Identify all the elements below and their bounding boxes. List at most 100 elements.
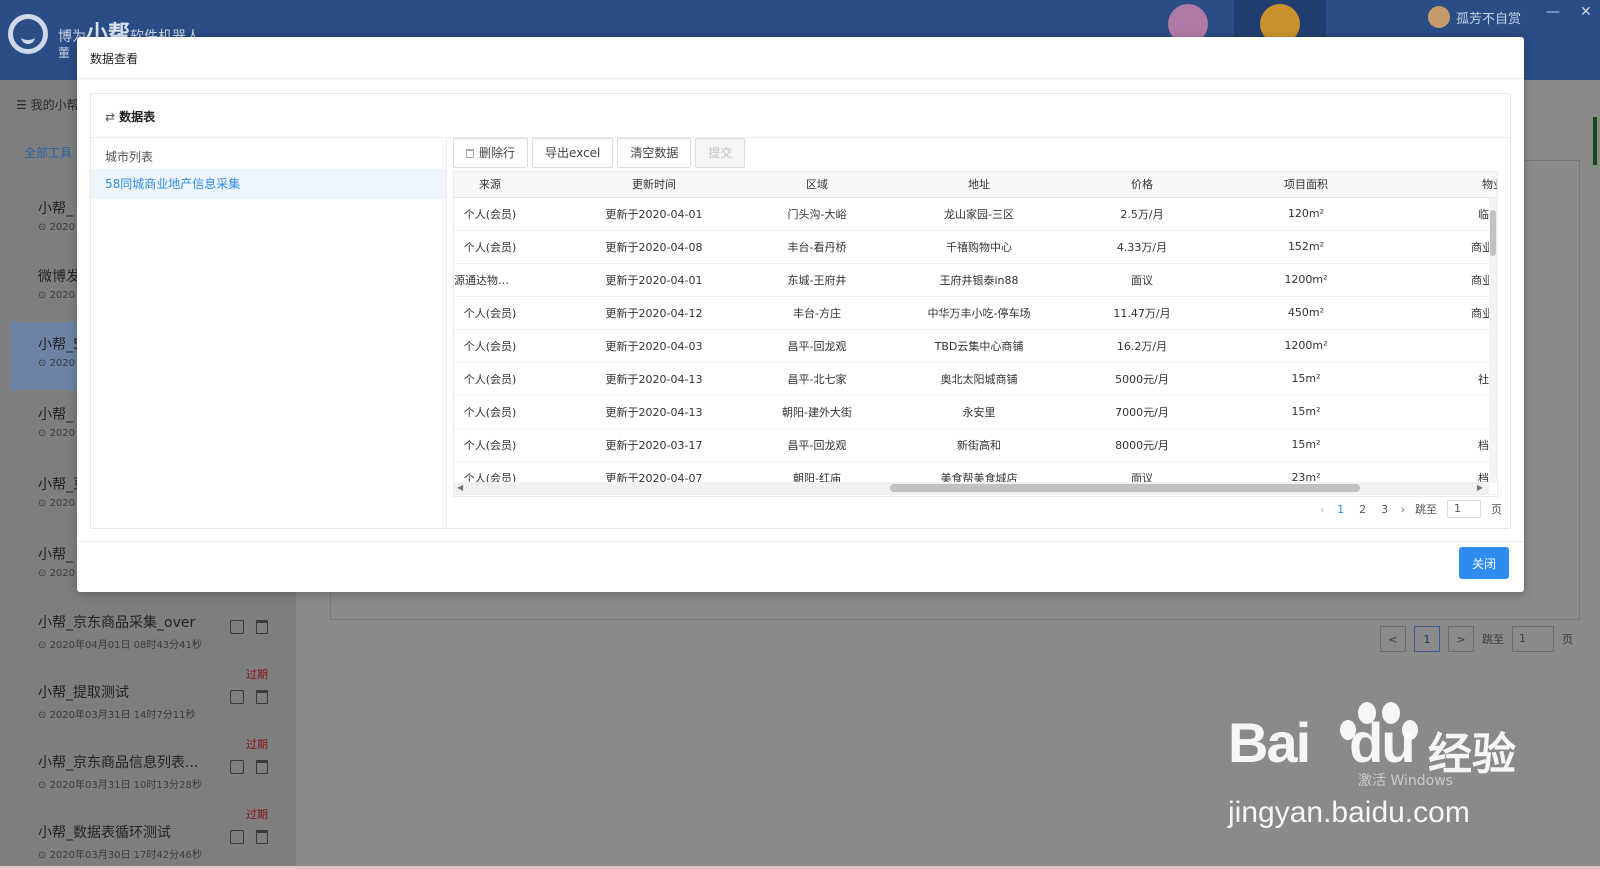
edit-icon[interactable] [230, 620, 244, 634]
item-time: ⊙ 2020 [38, 568, 76, 579]
edit-icon[interactable] [230, 690, 244, 704]
minimize-button[interactable]: — [1546, 4, 1560, 20]
trash-icon[interactable] [256, 830, 268, 844]
column-header[interactable]: 区域 [782, 172, 852, 198]
city-list-header: 城市列表 [105, 150, 154, 164]
item-time: ⊙ 2020 [38, 222, 76, 233]
table-row[interactable]: 源通达物业管理有限...更新于2020-04-01东城-王府井王府井银泰in88… [454, 263, 1497, 297]
item-time: ⊙ 2020年03月31日 10时13分28秒 [38, 780, 202, 791]
data-view-dialog: 数据查看 ⇄ 数据表 城市列表 58同城商业地产信息采集 删除行 导出excel… [77, 37, 1524, 592]
trash-icon[interactable] [256, 760, 268, 774]
column-header[interactable]: 物业类型 [1434, 172, 1497, 198]
table-cell: 龙山家园-三区 [852, 197, 1106, 231]
table-cell: 丰台-方庄 [782, 296, 852, 330]
table-cell: 千禧购物中心 [852, 230, 1106, 264]
table-cell: 门头沟-大峪 [782, 197, 852, 231]
column-header[interactable]: 价格 [1106, 172, 1178, 198]
table-cell: 更新于2020-04-03 [526, 329, 782, 363]
sidebar-item[interactable]: 小帮_京东商品采集_over ⊙ 2020年04月01日 08时43分41秒 [10, 604, 280, 666]
table-cell: 更新于2020-04-01 [526, 263, 782, 297]
table-row[interactable]: 个人(会员) 更新于2020-04-13 朝阳-建外大街 永安里 7000元/月 15m²… [454, 395, 1497, 429]
table-cell: 更新于2020-04-13 [526, 395, 782, 429]
scroll-thumb[interactable] [1490, 210, 1496, 256]
table-cell: 152m² [1178, 230, 1434, 264]
sidebar-tab-all-tools[interactable]: 全部工具 [24, 144, 72, 161]
table-horizontal-scrollbar[interactable]: ◀ ▶ [453, 482, 1489, 494]
table-cell: 个人(会员) [454, 329, 526, 363]
table-row[interactable]: 个人(会员) 更新于2020-04-13 昌平-北七家 奥北太阳城商铺 5000元/月 1… [454, 362, 1497, 396]
table-row[interactable]: 个人(会员) 更新于2020-04-03 昌平-回龙观 TBD云集中心商铺 16.2万/… [454, 329, 1497, 363]
table-cell: 丰台-看丹桥 [782, 230, 852, 264]
table-cell: 更新于2020-04-13 [526, 362, 782, 396]
column-header[interactable]: 更新时间 [526, 172, 782, 198]
sidebar-item[interactable]: 过期 小帮_京东商品信息列表... ⊙ 2020年03月31日 10时13分28… [10, 738, 280, 806]
page-button[interactable]: 2 [1357, 503, 1369, 516]
sidebar-item[interactable]: 过期 小帮_数据表循环测试 ⊙ 2020年03月30日 17时42分46秒 [10, 808, 280, 869]
switch-icon: ⇄ [105, 109, 116, 124]
scroll-thumb[interactable] [890, 484, 1360, 492]
divider [77, 78, 1524, 79]
window-close-button[interactable]: ✕ [1580, 4, 1592, 20]
table-row[interactable]: 个人(会员) 更新于2020-04-01 门头沟-大峪 龙山家园-三区 2.5万/月 12… [454, 197, 1497, 231]
jump-input[interactable]: 1 [1512, 626, 1554, 652]
trash-icon[interactable] [256, 620, 268, 634]
column-header[interactable]: 项目面积 [1178, 172, 1434, 198]
table-row[interactable]: 个人(会员) 更新于2020-04-08 丰台-看丹桥 千禧购物中心 4.33万/月 15… [454, 230, 1497, 264]
table-cell: 更新于2020-04-01 [526, 197, 782, 231]
city-list-item-selected[interactable]: 58同城商业地产信息采集 [91, 169, 446, 199]
expired-badge: 过期 [246, 738, 268, 751]
user-name: 孤芳不自赏 [1456, 11, 1522, 27]
data-table-viewport: 来源 更新时间 区域 地址 价格 项目面积 物业类型 个人(会员)更新于2020… [453, 171, 1498, 497]
next-page-button[interactable]: › [1401, 503, 1405, 516]
jump-input[interactable]: 1 [1447, 500, 1481, 518]
table-cell: 更新于2020-04-08 [526, 230, 782, 264]
column-header[interactable]: 来源 [454, 172, 526, 198]
edit-icon[interactable] [230, 830, 244, 844]
table-cell: 16.2万/月 [1106, 329, 1178, 363]
table-cell: 个人(会员) [454, 230, 526, 264]
export-excel-button[interactable]: 导出excel [532, 138, 614, 168]
window-scrollbar[interactable] [1592, 116, 1598, 166]
paw-icon [1334, 698, 1424, 784]
table-row[interactable]: 个人(会员) 更新于2020-03-17 昌平-回龙观 新街高和 8000元/月 15m²… [454, 428, 1497, 462]
scroll-left-icon[interactable]: ◀ [457, 482, 463, 494]
prev-page-button[interactable]: < [1380, 626, 1406, 652]
table-cell: 7000元/月 [1106, 395, 1178, 429]
table-cell: 个人(会员) [454, 362, 526, 396]
table-cell: TBD云集中心商铺 [852, 329, 1106, 363]
user-menu[interactable]: 孤芳不自赏 [1428, 6, 1521, 28]
delete-row-button[interactable]: 删除行 [453, 138, 529, 168]
table-cell: 昌平-北七家 [782, 362, 852, 396]
table-cell: 1200m² [1178, 329, 1434, 363]
item-time: ⊙ 2020 [38, 428, 76, 439]
scroll-right-icon[interactable]: ▶ [1477, 482, 1483, 494]
trash-icon[interactable] [256, 690, 268, 704]
next-page-button[interactable]: > [1448, 626, 1474, 652]
submit-button[interactable]: 提交 [695, 138, 746, 168]
page-button[interactable]: 1 [1335, 503, 1347, 516]
clear-data-button[interactable]: 清空数据 [617, 138, 692, 168]
table-cell: 个人(会员) [454, 395, 526, 429]
sidebar-item[interactable]: 过期 小帮_提取测试 ⊙ 2020年03月31日 14时7分11秒 [10, 668, 280, 736]
table-row[interactable]: 个人(会员) 更新于2020-04-12 丰台-方庄 中华万丰小吃-停车场 11.47万… [454, 296, 1497, 330]
table-cell: 更新于2020-03-17 [526, 428, 782, 462]
page-button[interactable]: 1 [1414, 626, 1440, 652]
table-cell: 15m² [1178, 395, 1434, 429]
table-cell: 东城-王府井 [782, 263, 852, 297]
item-time: ⊙ 2020 [38, 290, 76, 301]
close-button[interactable]: 关闭 [1459, 547, 1509, 579]
edit-icon[interactable] [230, 760, 244, 774]
background-pagination: < 1 > 跳至 1 页 [1380, 626, 1573, 652]
item-time: ⊙ 2020年03月30日 17时42分46秒 [38, 850, 202, 861]
column-header[interactable]: 地址 [852, 172, 1106, 198]
prev-page-button[interactable]: ‹ [1320, 503, 1324, 516]
item-time: ⊙ 2020 [38, 498, 76, 509]
item-time: ⊙ 2020年03月31日 14时7分11秒 [38, 710, 196, 721]
table-toolbar: 删除行 导出excel 清空数据 提交 [453, 138, 746, 168]
table-cell: 个人(会员) [454, 197, 526, 231]
page-button[interactable]: 3 [1379, 503, 1391, 516]
table-vertical-scrollbar[interactable] [1489, 198, 1497, 483]
baidu-watermark: Bai du 经验 激活 Windows jingyan.baidu.com [1228, 702, 1588, 850]
table-cell: 15m² [1178, 428, 1434, 462]
table-cell: 中华万丰小吃-停车场 [852, 296, 1106, 330]
